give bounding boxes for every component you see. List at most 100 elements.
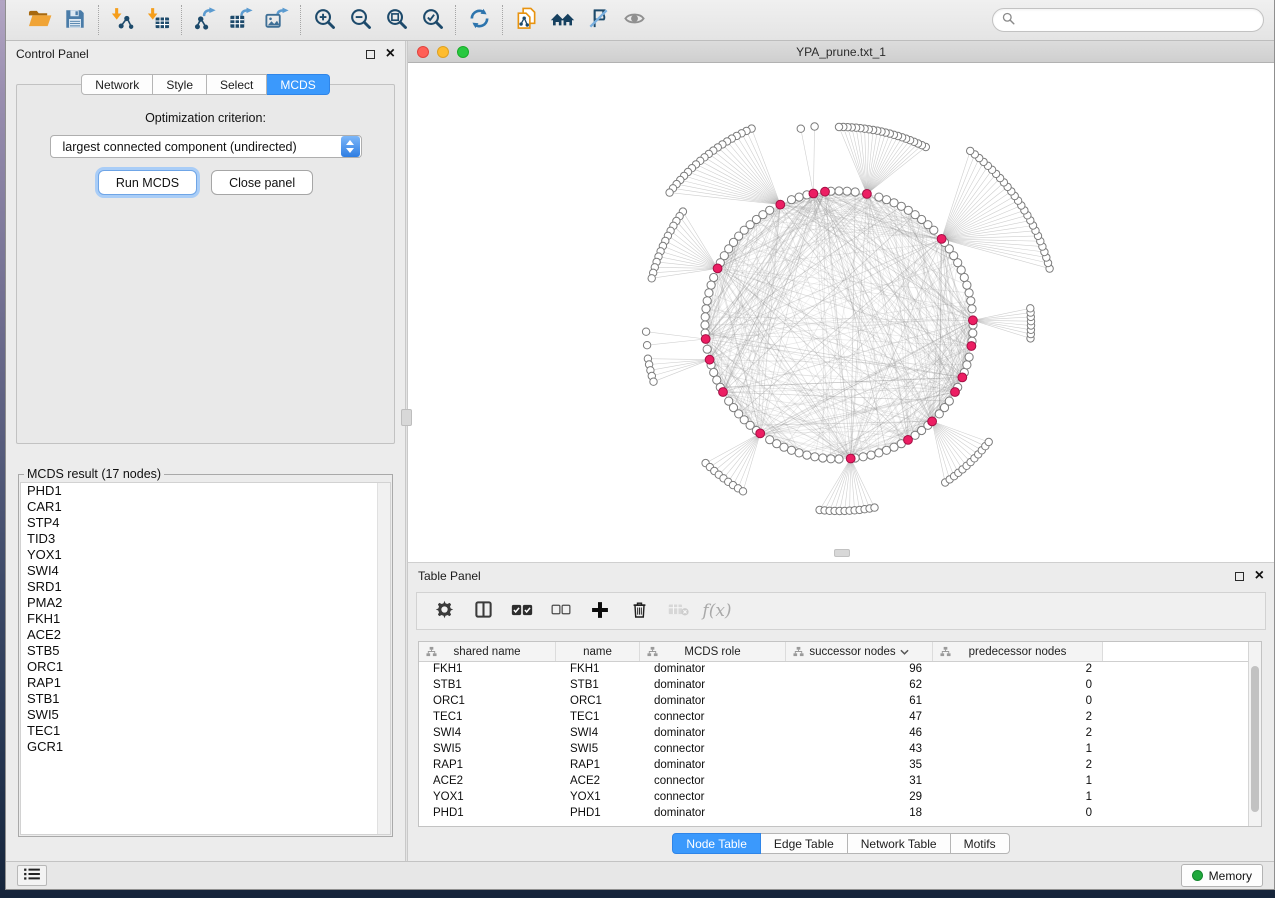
table-row[interactable]: SWI5SWI5connector431 xyxy=(419,742,1261,758)
columns-button[interactable] xyxy=(468,596,498,626)
table-cell: connector xyxy=(640,790,786,806)
column-header-predecessor-nodes[interactable]: predecessor nodes xyxy=(933,642,1103,661)
table-row[interactable]: YOX1YOX1connector291 xyxy=(419,790,1261,806)
mcds-result-item[interactable]: ACE2 xyxy=(21,627,390,643)
save-button[interactable] xyxy=(59,4,91,36)
criterion-dropdown[interactable]: largest connected component (undirected) xyxy=(50,135,362,158)
zoom-in-icon xyxy=(313,7,336,33)
tab-mcds[interactable]: MCDS xyxy=(267,74,329,95)
mcds-result-item[interactable]: STB1 xyxy=(21,691,390,707)
close-window-icon[interactable] xyxy=(417,46,429,58)
table-scrollbar[interactable] xyxy=(1248,642,1261,826)
show-panels-button[interactable] xyxy=(17,865,47,886)
column-header-successor-nodes[interactable]: successor nodes xyxy=(786,642,933,661)
add-column-button[interactable] xyxy=(585,596,615,626)
hide-graphics-button[interactable] xyxy=(582,4,614,36)
open-folder-button[interactable] xyxy=(23,4,55,36)
delete-column-button[interactable] xyxy=(624,596,654,626)
float-table-panel-icon[interactable] xyxy=(1235,572,1244,581)
mcds-result-item[interactable]: SWI4 xyxy=(21,563,390,579)
tab-motifs[interactable]: Motifs xyxy=(951,833,1010,854)
export-image-button[interactable] xyxy=(261,4,293,36)
horizontal-splitter-handle[interactable] xyxy=(834,549,850,557)
search-box[interactable] xyxy=(992,8,1264,32)
session-documents-button[interactable] xyxy=(510,4,542,36)
mcds-result-item[interactable]: RAP1 xyxy=(21,675,390,691)
table-row[interactable]: SWI4SWI4dominator462 xyxy=(419,726,1261,742)
column-header-MCDS-role[interactable]: MCDS role xyxy=(640,642,786,661)
column-namespace-icon xyxy=(940,646,951,660)
search-input[interactable] xyxy=(1021,13,1254,27)
table-row[interactable]: ACE2ACE2connector311 xyxy=(419,774,1261,790)
tab-select[interactable]: Select xyxy=(207,74,267,95)
zoom-selected-button[interactable] xyxy=(416,4,448,36)
minimize-window-icon[interactable] xyxy=(437,46,449,58)
table-row[interactable]: STB1STB1dominator620 xyxy=(419,678,1261,694)
refresh-layout-button[interactable] xyxy=(463,4,495,36)
mcds-result-item[interactable]: TID3 xyxy=(21,531,390,547)
mcds-result-item[interactable]: STP4 xyxy=(21,515,390,531)
function-builder-icon: f(x) xyxy=(702,601,731,621)
network-window-titlebar[interactable]: YPA_prune.txt_1 xyxy=(408,41,1274,63)
network-graph[interactable] xyxy=(408,63,1275,562)
select-all-button[interactable] xyxy=(507,596,537,626)
mcds-result-item[interactable]: ORC1 xyxy=(21,659,390,675)
mcds-result-item[interactable]: PHD1 xyxy=(21,483,390,499)
tab-network[interactable]: Network xyxy=(81,74,153,95)
import-table-button[interactable] xyxy=(142,4,174,36)
mcds-result-item[interactable]: YOX1 xyxy=(21,547,390,563)
tab-edge-table[interactable]: Edge Table xyxy=(761,833,848,854)
maximize-window-icon[interactable] xyxy=(457,46,469,58)
table-cell: 47 xyxy=(786,710,933,726)
mcds-result-item[interactable]: PMA2 xyxy=(21,595,390,611)
table-row[interactable]: ORC1ORC1dominator610 xyxy=(419,694,1261,710)
run-mcds-button[interactable]: Run MCDS xyxy=(98,170,197,195)
mcds-result-item[interactable]: TEC1 xyxy=(21,723,390,739)
mcds-result-item[interactable]: STB5 xyxy=(21,643,390,659)
settings-gear-button[interactable] xyxy=(429,596,459,626)
mcds-result-item[interactable]: SRD1 xyxy=(21,579,390,595)
mcds-result-item[interactable]: GCR1 xyxy=(21,739,390,755)
deselect-all-button[interactable] xyxy=(546,596,576,626)
column-header-shared-name[interactable]: shared name xyxy=(419,642,556,661)
home-views-button[interactable] xyxy=(546,4,578,36)
optimization-criterion-label: Optimization criterion: xyxy=(17,111,394,125)
import-network-button[interactable] xyxy=(106,4,138,36)
close-table-panel-icon[interactable]: × xyxy=(1255,571,1264,581)
table-row[interactable]: PHD1PHD1dominator180 xyxy=(419,806,1261,822)
table-row[interactable]: FKH1FKH1dominator962 xyxy=(419,662,1261,678)
mcds-result-item[interactable]: SWI5 xyxy=(21,707,390,723)
vertical-splitter-handle[interactable] xyxy=(401,409,412,426)
column-header-name[interactable]: name xyxy=(556,642,640,661)
table-cell: 1 xyxy=(933,790,1103,806)
table-scrollbar-thumb[interactable] xyxy=(1251,666,1259,812)
mcds-list-scrollbar[interactable] xyxy=(377,483,390,834)
mcds-result-item[interactable]: FKH1 xyxy=(21,611,390,627)
table-row[interactable]: TEC1TEC1connector472 xyxy=(419,710,1261,726)
close-panel-icon[interactable]: × xyxy=(386,49,395,59)
table-cell: SWI5 xyxy=(419,742,556,758)
mcds-result-item[interactable]: CAR1 xyxy=(21,499,390,515)
zoom-in-button[interactable] xyxy=(308,4,340,36)
eye-button[interactable] xyxy=(618,4,650,36)
memory-button[interactable]: Memory xyxy=(1181,864,1263,887)
table-row[interactable]: RAP1RAP1dominator352 xyxy=(419,758,1261,774)
close-panel-button[interactable]: Close panel xyxy=(211,170,313,195)
node-table[interactable]: shared namename MCDS role successor nodesp… xyxy=(418,641,1262,827)
export-table-button[interactable] xyxy=(225,4,257,36)
mcds-result-list[interactable]: PHD1CAR1STP4TID3YOX1SWI4SRD1PMA2FKH1ACE2… xyxy=(20,482,391,835)
table-cell: dominator xyxy=(640,806,786,822)
table-cell: 0 xyxy=(933,678,1103,694)
table-panel-title: Table Panel xyxy=(418,569,481,583)
column-label: MCDS role xyxy=(684,646,740,658)
float-panel-icon[interactable] xyxy=(366,50,375,59)
zoom-out-button[interactable] xyxy=(344,4,376,36)
tab-network-table[interactable]: Network Table xyxy=(848,833,951,854)
network-canvas[interactable] xyxy=(408,63,1274,562)
delete-table-button xyxy=(663,596,693,626)
export-network-button[interactable] xyxy=(189,4,221,36)
tab-style[interactable]: Style xyxy=(153,74,207,95)
tab-node-table[interactable]: Node Table xyxy=(672,833,761,854)
zoom-fit-button[interactable] xyxy=(380,4,412,36)
table-cell: 2 xyxy=(933,662,1103,678)
